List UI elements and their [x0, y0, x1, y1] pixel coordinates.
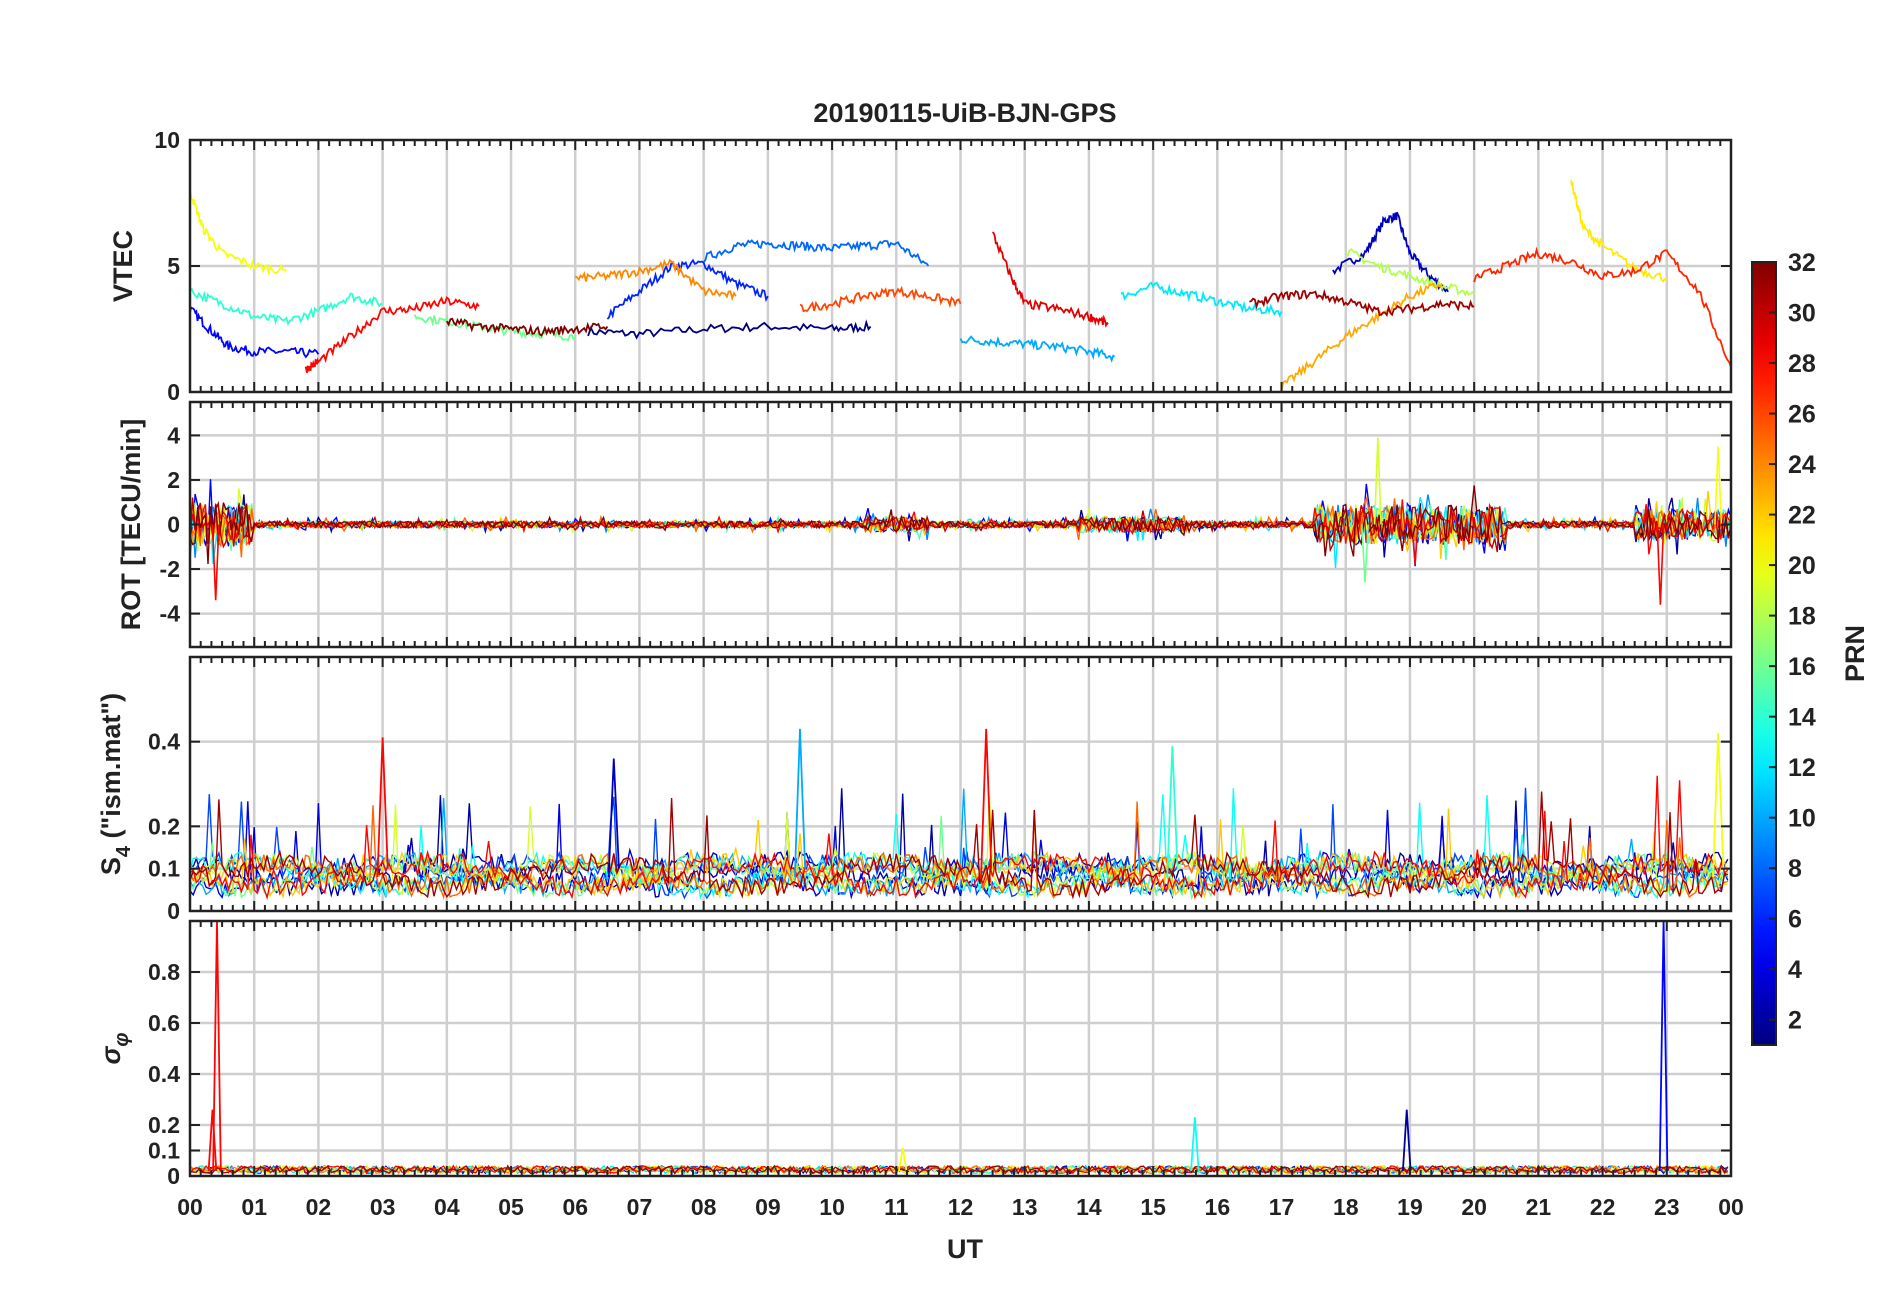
vtec-series-line	[446, 317, 609, 337]
x-tick-label: 20	[1461, 1194, 1487, 1220]
y-tick-label: 10	[154, 127, 180, 153]
y-axis-label: σφ	[96, 1033, 133, 1065]
colorbar-tick-label: 18	[1788, 603, 1816, 631]
x-tick-label: 07	[627, 1194, 653, 1220]
x-tick-label: 21	[1526, 1194, 1552, 1220]
y-tick-label: 0	[167, 1163, 180, 1189]
colorbar-tick-label: 4	[1788, 956, 1802, 984]
vtec-series-line	[1249, 288, 1475, 318]
x-tick-label: 14	[1076, 1194, 1102, 1220]
y-tick-label: 0.2	[148, 813, 180, 839]
y-axis-label: VTEC	[108, 230, 138, 302]
panels: 0510VTEC-4-2024ROT [TECU/min]00.10.20.4S…	[96, 127, 1733, 1189]
x-tick-label: 16	[1205, 1194, 1231, 1220]
x-tick-label: 02	[306, 1194, 332, 1220]
s4-peak	[1712, 733, 1725, 878]
colorbar-tick-label: 30	[1788, 300, 1816, 328]
x-tick-label: 03	[370, 1194, 396, 1220]
vtec-series-line	[413, 314, 577, 342]
x-tick-label: 11	[884, 1194, 909, 1220]
colorbar-tick-label: 16	[1788, 653, 1816, 681]
y-tick-label: 0	[167, 512, 180, 538]
vtec-series-line	[1120, 281, 1283, 318]
x-tick-label: 12	[948, 1194, 974, 1220]
y-tick-label: -2	[160, 556, 180, 582]
plot-area	[190, 921, 1729, 1175]
y-tick-label: 0.6	[148, 1010, 180, 1036]
rot-spike	[211, 524, 220, 601]
vtec-series-line	[587, 319, 872, 340]
plot-area	[190, 728, 1729, 901]
colorbar-tick-label: 14	[1788, 704, 1816, 732]
y-tick-label: 0.1	[148, 856, 180, 882]
x-tick-label: 00	[177, 1194, 203, 1220]
colorbar-tick-label: 12	[1788, 754, 1816, 782]
x-tick-label: 09	[755, 1194, 781, 1220]
colorbar-tick-label: 22	[1788, 502, 1816, 530]
figure: 20190115-UiB-BJN-GPS 0510VTEC-4-2024ROT …	[96, 98, 1870, 1264]
y-tick-label: 5	[167, 253, 180, 279]
x-tick-label: 04	[434, 1194, 460, 1220]
y-tick-label: -4	[160, 601, 181, 627]
y-tick-label: 0	[167, 898, 180, 924]
vtec-panel: 0 5 10 VTEC	[108, 127, 1733, 405]
vtec-series-line	[304, 296, 480, 373]
colorbar-tick-label: 32	[1788, 249, 1816, 277]
colorbar-tick-label: 10	[1788, 805, 1816, 833]
y-tick-label: 0.4	[148, 729, 180, 755]
y-tick-label: 0	[167, 379, 180, 405]
x-tick-label: 18	[1333, 1194, 1359, 1220]
x-tick-label: 10	[819, 1194, 845, 1220]
x-tick-label: 06	[562, 1194, 588, 1220]
vtec-series-line	[799, 285, 962, 313]
y-tick-label: 0.4	[148, 1061, 180, 1087]
y-tick-label: 0.1	[148, 1138, 180, 1164]
vtec-series-line	[991, 231, 1109, 328]
x-tick-label: 01	[241, 1194, 267, 1220]
vtec-series-line	[702, 239, 930, 267]
y-axis-label: ROT [TECU/min]	[116, 419, 146, 630]
colorbar-tick-label: 24	[1788, 451, 1816, 479]
s4-peak	[980, 728, 993, 878]
vtec-series-line	[606, 258, 769, 320]
y-tick-label: 0.2	[148, 1112, 180, 1138]
colorbar-tick-label: 8	[1788, 855, 1802, 883]
figure-title: 20190115-UiB-BJN-GPS	[813, 98, 1116, 128]
x-tick-label: 19	[1397, 1194, 1423, 1220]
x-axis-label: UT	[947, 1234, 983, 1264]
vtec-series-line	[1280, 282, 1443, 391]
colorbar-tick-label: 20	[1788, 552, 1816, 580]
colorbar-gradient	[1751, 261, 1777, 1046]
x-tick-label: 23	[1654, 1194, 1680, 1220]
colorbar-tick-label: 2	[1788, 1007, 1802, 1035]
colorbar-tick-label: 28	[1788, 350, 1816, 378]
colorbar-tick-label: 6	[1788, 906, 1802, 934]
rot-panel: -4 -2 0 2 4 ROT [TECU/min]	[116, 400, 1733, 649]
sigma-phi-panel: 00.10.2 0.4 0.6 0.8 σφ	[96, 919, 1733, 1189]
x-tick-label: 00	[1718, 1194, 1744, 1220]
x-axis: 00 01 02 03 04 05 06 07 08 09 10 11 12 13 14 15 16 17 18 19…	[177, 1194, 1744, 1220]
y-tick-label: 2	[167, 467, 180, 493]
x-tick-label: 13	[1012, 1194, 1038, 1220]
x-tick-label: 08	[691, 1194, 717, 1220]
y-tick-label: 4	[167, 422, 180, 448]
vtec-series-line	[959, 335, 1116, 363]
x-tick-label: 22	[1590, 1194, 1616, 1220]
colorbar-tick-label: 26	[1788, 401, 1816, 429]
colorbar: 2468101214161820222426283032PRN	[1751, 249, 1870, 1046]
s4-panel: 0 0.1 0.2 0.4 S4 ("ism.mat")	[96, 655, 1733, 924]
y-tick-label: 0.8	[148, 959, 180, 985]
x-tick-label: 17	[1269, 1194, 1295, 1220]
y-axis-label: S4 ("ism.mat")	[96, 693, 135, 875]
x-tick-label: 15	[1140, 1194, 1166, 1220]
colorbar-label: PRN	[1840, 625, 1870, 682]
x-tick-label: 05	[498, 1194, 524, 1220]
vtec-series-line	[190, 187, 287, 277]
vtec-series-line	[190, 287, 383, 326]
